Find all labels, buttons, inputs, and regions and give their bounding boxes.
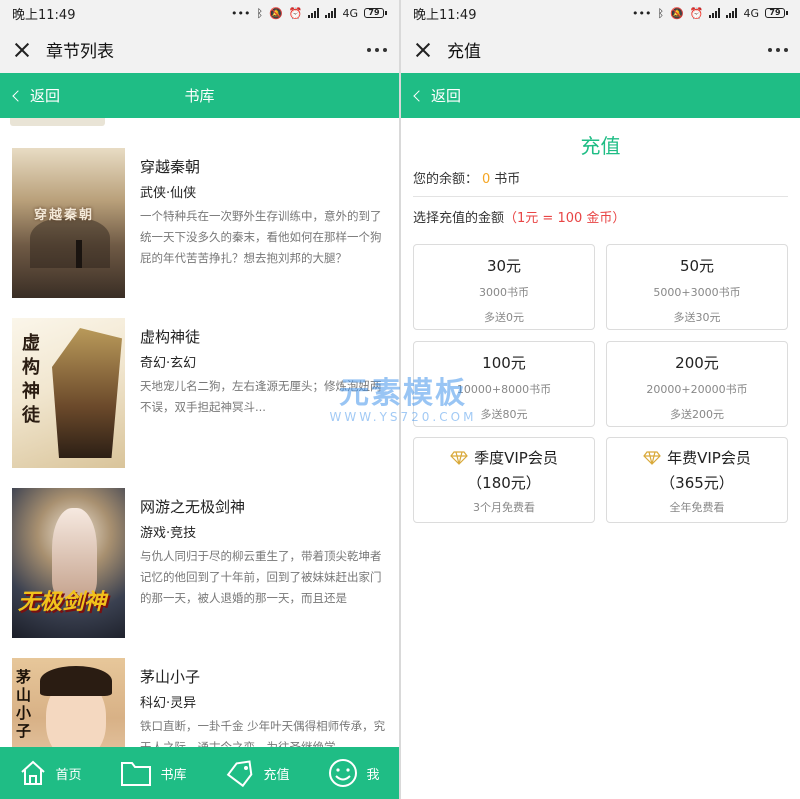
tag-icon [227, 760, 253, 787]
vip-option-quarterly[interactable]: 季度VIP会员 （180元） 3个月免费看 [413, 437, 595, 523]
book-item[interactable]: 虚构神徒 虚构神徒 奇幻·玄幻 天地宠儿名二狗，左右逢源无厘头；修炼泡妞两不误，… [12, 318, 392, 468]
signal-icon-2 [726, 8, 738, 18]
close-icon[interactable] [413, 40, 433, 60]
recharge-option-30[interactable]: 30元 3000书币 多送0元 [413, 244, 595, 330]
folder-icon [121, 762, 152, 786]
book-title[interactable]: 茅山小子 [140, 666, 200, 687]
diamond-icon [643, 450, 661, 465]
status-bar: 晚上11:49 ••• ᛒ 🔕 ⏰ 4G 79 [0, 0, 399, 26]
status-bar: 晚上11:49 ••• ᛒ 🔕 ⏰ 4G 79 [401, 0, 800, 26]
book-cover[interactable]: 穿越秦朝 [12, 148, 125, 298]
diamond-icon [450, 450, 468, 465]
bottom-tab-bar: 首页 书库 充值 我 [0, 747, 399, 799]
mute-icon: 🔕 [269, 6, 283, 20]
status-time: 晚上11:49 [12, 7, 76, 23]
book-description: 铁口直断，一卦千金 少年叶天偶得相师传承，究天人之际，通古今之变，为往圣继绝学.… [140, 719, 386, 748]
book-item[interactable]: 穿越秦朝 穿越秦朝 武侠·仙侠 一个特种兵在一次野外生存训练中，意外的到了统一天… [12, 148, 392, 298]
status-icons: ••• ᛒ 🔕 ⏰ 4G 79 [632, 7, 788, 20]
smile-icon [329, 759, 358, 787]
book-category: 奇幻·玄幻 [140, 356, 197, 371]
tab-home[interactable]: 首页 [19, 759, 82, 787]
battery-icon: 79 [765, 8, 788, 18]
status-icons: ••• ᛒ 🔕 ⏰ 4G 79 [231, 7, 387, 20]
book-description: 一个特种兵在一次野外生存训练中，意外的到了统一天下没多久的秦末，看他如何在那样一… [140, 209, 382, 265]
more-menu-icon[interactable] [367, 47, 387, 52]
book-description: 天地宠儿名二狗，左右逢源无厘头；修炼泡妞两不误，双手担起神冥斗... [140, 379, 382, 414]
chevron-left-icon [12, 89, 24, 102]
book-description: 与仇人同归于尽的柳云重生了，带着顶尖乾坤者记忆的他回到了十年前，回到了被妹妹赶出… [140, 549, 382, 605]
book-cover[interactable]: 无极剑神 [12, 488, 125, 638]
mute-icon: 🔕 [670, 6, 684, 20]
book-item[interactable]: 茅山小子 茅山小子 科幻·灵异 铁口直断，一卦千金 少年叶天偶得相师传承，究天人… [12, 658, 392, 748]
book-item[interactable]: 无极剑神 网游之无极剑神 游戏·竞技 与仇人同归于尽的柳云重生了，带着顶尖乾坤者… [12, 488, 392, 638]
book-category: 游戏·竞技 [140, 526, 197, 541]
back-button[interactable]: 返回 [401, 85, 461, 106]
balance-line: 您的余额： 0 书币 [413, 172, 521, 187]
more-menu-icon[interactable] [768, 47, 788, 52]
more-dots-icon: ••• [631, 6, 652, 20]
bluetooth-icon: ᛒ [256, 6, 264, 20]
page-title: 充值 [580, 134, 621, 158]
balance-value: 0 [482, 172, 491, 187]
signal-icon-2 [325, 8, 337, 18]
divider-line [413, 196, 788, 197]
more-dots-icon: ••• [230, 6, 251, 20]
close-icon[interactable] [12, 40, 32, 60]
signal-icon [308, 8, 320, 18]
recharge-option-50[interactable]: 50元 5000+3000书币 多送30元 [606, 244, 788, 330]
tab-recharge[interactable]: 充值 [225, 759, 290, 787]
book-cover[interactable]: 虚构神徒 [12, 318, 125, 468]
chevron-left-icon [413, 89, 425, 102]
window-title: 章节列表 [46, 42, 114, 62]
title-bar: 章节列表 [0, 26, 399, 73]
book-category: 科幻·灵异 [140, 696, 197, 711]
window-title: 充值 [447, 42, 481, 62]
title-bar: 充值 [401, 26, 800, 73]
recharge-option-200[interactable]: 200元 20000+20000书币 多送200元 [606, 341, 788, 427]
recharge-option-100[interactable]: 100元 10000+8000书币 多送80元 [413, 341, 595, 427]
exchange-rate: （1元 = 100 金币） [504, 211, 626, 226]
book-title[interactable]: 穿越秦朝 [140, 156, 200, 177]
book-title[interactable]: 虚构神徒 [140, 326, 200, 347]
home-icon [21, 760, 46, 785]
network-type: 4G [743, 6, 759, 20]
choose-amount-label: 选择充值的金额（1元 = 100 金币） [413, 211, 626, 226]
signal-icon [709, 8, 721, 18]
back-button[interactable]: 返回 [0, 85, 60, 106]
battery-icon: 79 [364, 8, 387, 18]
book-cover[interactable]: 茅山小子 [12, 658, 125, 748]
recharge-screen: 晚上11:49 ••• ᛒ 🔕 ⏰ 4G 79 充值 返回 充值 您的余额： 0 书… [401, 0, 800, 799]
status-time: 晚上11:49 [413, 7, 477, 23]
vip-option-annual[interactable]: 年费VIP会员 （365元） 全年免费看 [606, 437, 788, 523]
book-title[interactable]: 网游之无极剑神 [140, 496, 245, 517]
bluetooth-icon: ᛒ [657, 6, 665, 20]
alarm-icon: ⏰ [689, 6, 704, 20]
chapter-list-screen: 晚上11:49 ••• ᛒ 🔕 ⏰ 4G 79 章节列表 返回 书库 穿越秦朝 [0, 0, 399, 799]
book-list: 穿越秦朝 穿越秦朝 武侠·仙侠 一个特种兵在一次野外生存训练中，意外的到了统一天… [0, 118, 399, 748]
nav-bar: 返回 书库 [0, 73, 399, 118]
book-category: 武侠·仙侠 [140, 186, 197, 201]
alarm-icon: ⏰ [288, 6, 303, 20]
tab-library[interactable]: 书库 [120, 759, 187, 787]
tab-me[interactable]: 我 [328, 758, 380, 788]
nav-bar: 返回 [401, 73, 800, 118]
network-type: 4G [342, 6, 358, 20]
